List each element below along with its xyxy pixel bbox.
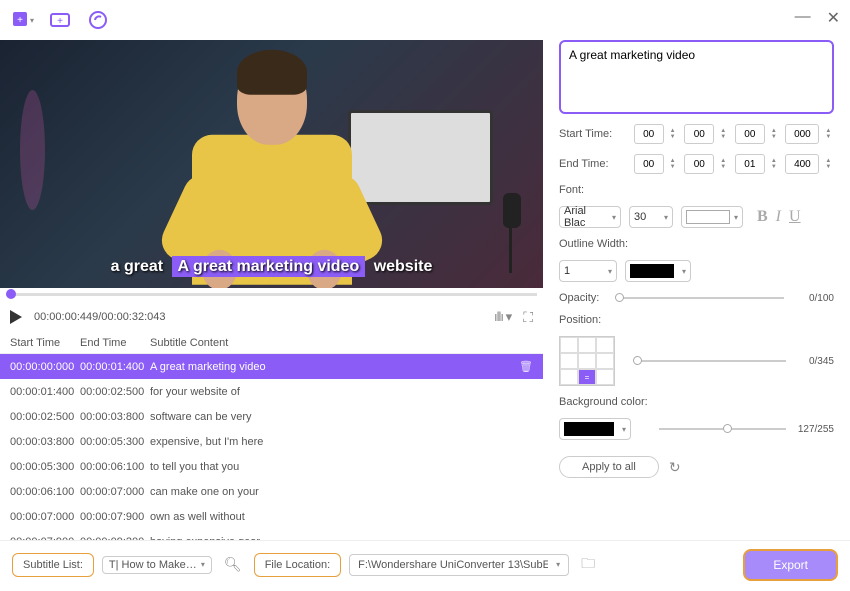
table-row[interactable]: 00:00:01:40000:00:02:500for your website…	[0, 379, 543, 404]
subtitle-text-input[interactable]	[559, 40, 834, 114]
start-hh[interactable]	[634, 124, 664, 144]
position-grid[interactable]: =	[559, 336, 615, 386]
end-time-label: End Time:	[559, 158, 628, 170]
font-family-select[interactable]: Arial Blac▾	[559, 206, 621, 228]
minimize-button[interactable]: —	[795, 8, 811, 28]
subtitle-list-label: Subtitle List:	[12, 553, 94, 577]
underline-button[interactable]: U	[789, 208, 801, 226]
table-row[interactable]: 00:00:00:00000:00:01:400A great marketin…	[0, 354, 543, 379]
reset-icon[interactable]: ↻	[669, 459, 681, 476]
end-ms[interactable]	[785, 154, 819, 174]
add-file-button[interactable]: +▾	[10, 8, 34, 32]
start-time-label: Start Time:	[559, 128, 628, 140]
position-slider[interactable]	[637, 360, 786, 362]
opacity-value: 0/100	[794, 293, 834, 304]
end-mm[interactable]	[684, 154, 714, 174]
table-row[interactable]: 00:00:05:30000:00:06:100to tell you that…	[0, 454, 543, 479]
bg-opacity-value: 127/255	[794, 424, 834, 435]
delete-row-icon[interactable]: 🗑	[519, 360, 533, 373]
font-label: Font:	[559, 184, 834, 196]
bg-opacity-slider[interactable]	[659, 428, 786, 430]
search-icon[interactable]: 🔍︎	[220, 554, 246, 575]
folder-icon[interactable]: 🗀	[577, 551, 599, 579]
play-button[interactable]	[10, 310, 22, 324]
close-button[interactable]: ✕	[827, 8, 840, 28]
video-preview: a great A great marketing video website	[0, 40, 543, 288]
file-path-select[interactable]: F:\Wondershare UniConverter 13\SubEdi▾	[349, 554, 569, 576]
apply-to-all-button[interactable]: Apply to all	[559, 456, 659, 478]
position-value: 0/345	[794, 356, 834, 367]
subtitle-table-header: Start Time End Time Subtitle Content	[0, 332, 543, 354]
outline-width-select[interactable]: 1▾	[559, 260, 617, 282]
start-ms[interactable]	[785, 124, 819, 144]
waveform-icon[interactable]: ıllı ▾	[494, 309, 511, 325]
table-row[interactable]: 00:00:02:50000:00:03:800software can be …	[0, 404, 543, 429]
outline-color-select[interactable]: ▾	[625, 260, 691, 282]
svg-text:+: +	[57, 16, 63, 27]
fullscreen-icon[interactable]: ⛶	[523, 309, 533, 326]
bg-color-select[interactable]: ▾	[559, 418, 631, 440]
opacity-label: Opacity:	[559, 292, 609, 304]
burned-caption: a great A great marketing video website	[0, 258, 543, 276]
position-label: Position:	[559, 314, 834, 326]
svg-text:+: +	[17, 15, 23, 26]
italic-button[interactable]: I	[776, 208, 781, 226]
subtitle-file-select[interactable]: T| How to Make a S...▾	[102, 556, 212, 574]
font-color-select[interactable]: ▾	[681, 206, 743, 228]
table-row[interactable]: 00:00:07:90000:00:09:200having expensive…	[0, 529, 543, 540]
end-hh[interactable]	[634, 154, 664, 174]
end-ss[interactable]	[735, 154, 765, 174]
subtitle-table[interactable]: 00:00:00:00000:00:01:400A great marketin…	[0, 354, 543, 540]
bold-button[interactable]: B	[757, 208, 768, 226]
add-subtitle-box-button[interactable]: +	[48, 8, 72, 32]
font-size-select[interactable]: 30▾	[629, 206, 673, 228]
bg-color-label: Background color:	[559, 396, 834, 408]
start-ss[interactable]	[735, 124, 765, 144]
time-display: 00:00:00:449/00:00:32:043	[34, 311, 166, 323]
file-location-label: File Location:	[254, 553, 341, 577]
export-button[interactable]: Export	[743, 549, 838, 581]
start-mm[interactable]	[684, 124, 714, 144]
table-row[interactable]: 00:00:03:80000:00:05:300expensive, but I…	[0, 429, 543, 454]
sync-button[interactable]	[86, 8, 110, 32]
timeline-slider[interactable]	[0, 288, 543, 302]
opacity-slider[interactable]	[619, 297, 784, 299]
table-row[interactable]: 00:00:06:10000:00:07:000can make one on …	[0, 479, 543, 504]
outline-label: Outline Width:	[559, 238, 834, 250]
table-row[interactable]: 00:00:07:00000:00:07:900own as well with…	[0, 504, 543, 529]
